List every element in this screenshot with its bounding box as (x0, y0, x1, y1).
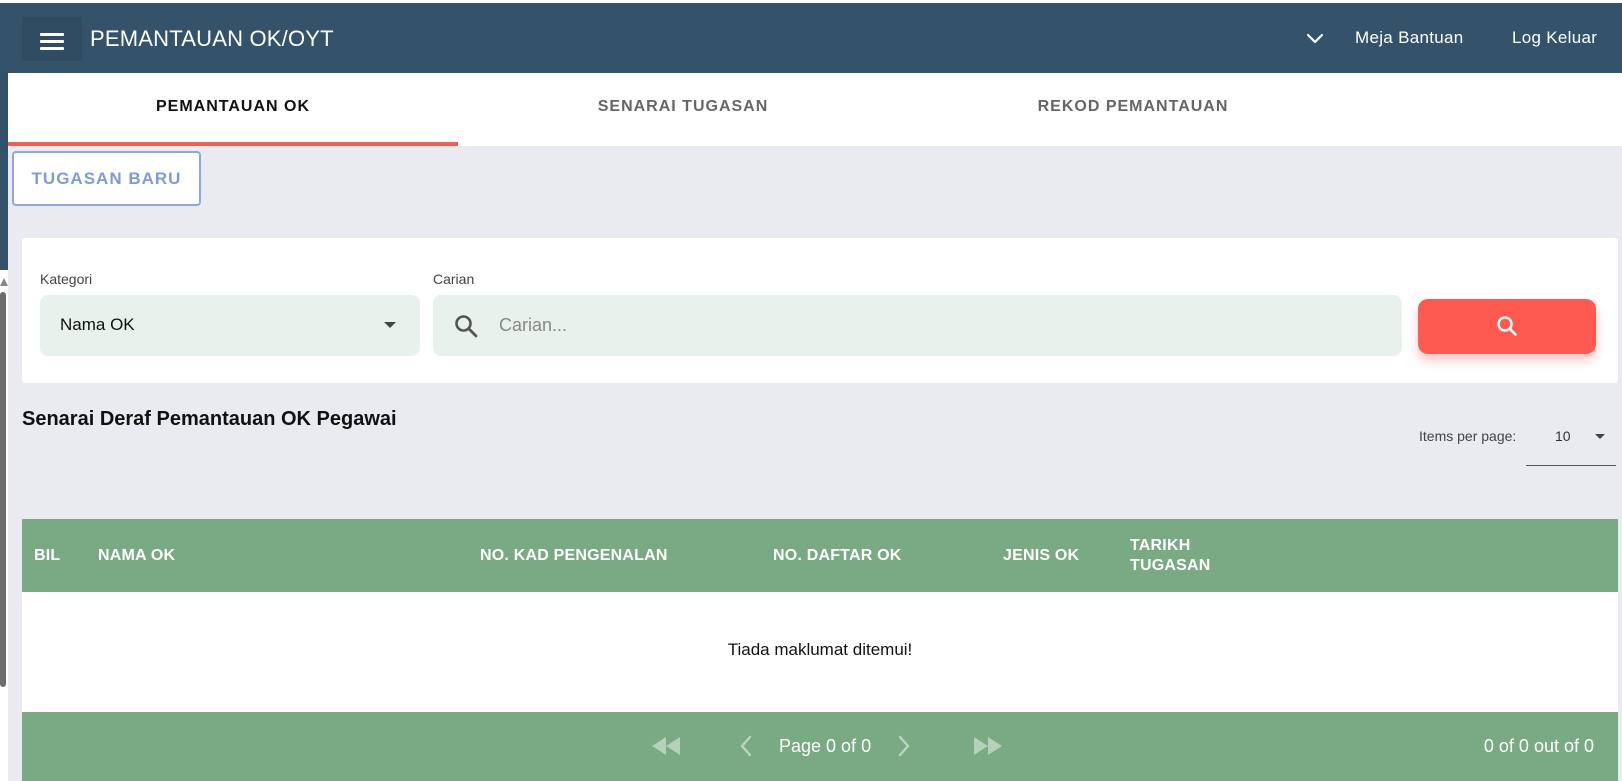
first-page-icon[interactable] (650, 734, 682, 758)
column-header-jenis-ok[interactable]: JENIS OK (1003, 519, 1079, 592)
table-header: BIL NAMA OK NO. KAD PENGENALAN NO. DAFTA… (22, 519, 1618, 592)
tab-bar: PEMANTAUAN OK SENARAI TUGASAN REKOD PEMA… (8, 73, 1622, 146)
column-header-nama-ok[interactable]: NAMA OK (98, 519, 175, 592)
main-content: TUGASAN BARU Kategori Carian Nama OK Sen… (8, 146, 1622, 781)
logout-link[interactable]: Log Keluar (1512, 28, 1597, 48)
app-title: PEMANTAUAN OK/OYT (90, 26, 334, 51)
search-icon (1497, 316, 1517, 336)
category-select[interactable]: Nama OK (40, 295, 420, 356)
left-edge-panel (0, 70, 8, 270)
search-button[interactable] (1418, 299, 1596, 354)
search-input[interactable] (499, 295, 1379, 356)
search-icon (455, 315, 478, 338)
dropdown-caret-icon (384, 322, 396, 328)
menu-button[interactable] (22, 17, 82, 61)
tab-senarai-tugasan[interactable]: SENARAI TUGASAN (458, 73, 908, 146)
menu-icon-line (40, 47, 64, 50)
items-per-page-label: Items per page: (1419, 428, 1517, 444)
chevron-down-icon[interactable] (1305, 29, 1325, 49)
column-header-tarikh-tugasan[interactable]: TARIKH TUGASAN (1130, 519, 1225, 592)
tab-pemantauan-ok[interactable]: PEMANTAUAN OK (8, 73, 458, 146)
dropdown-caret-icon (1595, 434, 1605, 439)
top-app-bar: PEMANTAUAN OK/OYT Meja Bantuan Log Kelua… (0, 3, 1622, 73)
next-page-icon[interactable] (896, 734, 912, 758)
category-label: Kategori (40, 271, 93, 287)
tab-rekod-pemantauan[interactable]: REKOD PEMANTAUAN (908, 73, 1358, 146)
last-page-icon[interactable] (972, 734, 1004, 758)
column-header-no-kad-pengenalan[interactable]: NO. KAD PENGENALAN (480, 519, 668, 592)
items-per-page-select[interactable]: 10 (1526, 416, 1616, 466)
scrollbar-arrow-icon[interactable] (0, 278, 8, 286)
page-info: Page 0 of 0 (779, 736, 872, 756)
help-desk-link[interactable]: Meja Bantuan (1355, 28, 1464, 48)
column-header-no-daftar-ok[interactable]: NO. DAFTAR OK (773, 519, 902, 592)
left-edge-strip (0, 0, 8, 781)
prev-page-icon[interactable] (738, 734, 754, 758)
new-task-button[interactable]: TUGASAN BARU (12, 151, 201, 206)
category-select-value: Nama OK (60, 315, 135, 334)
filter-card: Kategori Carian Nama OK (22, 238, 1618, 383)
search-field[interactable] (433, 295, 1402, 356)
table-body: Tiada maklumat ditemui! (22, 592, 1618, 712)
items-per-page-value: 10 (1555, 428, 1571, 444)
column-header-bil[interactable]: BIL (34, 519, 60, 592)
menu-icon (40, 33, 64, 36)
record-count: 0 of 0 out of 0 (1483, 736, 1594, 756)
menu-icon-line (40, 40, 64, 43)
scrollbar-thumb[interactable] (0, 292, 6, 687)
empty-message: Tiada maklumat ditemui! (727, 640, 913, 659)
list-title: Senarai Deraf Pemantauan OK Pegawai (22, 408, 397, 430)
search-label: Carian (433, 271, 475, 287)
table-pagination: Page 0 of 0 0 of 0 out of 0 (22, 712, 1618, 781)
